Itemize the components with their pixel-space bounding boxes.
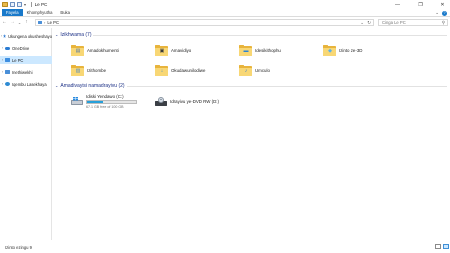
sidebar-item-onedrive[interactable]: › OneDrive [0, 44, 52, 52]
group-divider [93, 34, 447, 35]
folder-icon [2, 2, 8, 7]
sidebar-item-this-pc[interactable]: › Le PC [0, 56, 52, 64]
music-folder-icon: ♪ [239, 64, 252, 76]
drive-label: Idiski Yendawo (C:) [86, 93, 124, 99]
folder-downloads[interactable]: ↓ Okudawunilodiwe [155, 60, 235, 80]
folder-desktop[interactable]: ▬ Idesikithophu [239, 40, 319, 60]
drive-usage-fill [87, 101, 104, 103]
refresh-icon[interactable]: ↻ [367, 20, 371, 26]
drive-d[interactable]: Idrayivu ye-DVD RW (D:) [155, 91, 219, 111]
downloads-folder-icon: ↓ [155, 64, 168, 76]
window-title: Le PC [34, 2, 48, 7]
quick-access-toolbar-chevron-icon[interactable]: ▾ [24, 2, 28, 7]
address-bar[interactable]: › Le PC ↻ ⌄ [35, 18, 374, 26]
close-button[interactable]: ✕ [435, 0, 450, 9]
chevron-down-icon[interactable]: ⌄ [55, 32, 58, 37]
up-button[interactable]: ↑ [23, 19, 30, 26]
drive-details: Idrayivu ye-DVD RW (D:) [170, 99, 219, 104]
sidebar-item-label: OneDrive [12, 45, 30, 51]
sidebar-item-network[interactable]: › Inethiwekhi [0, 68, 52, 76]
drive-usage-bar [86, 100, 137, 104]
computer-icon [38, 20, 42, 24]
sidebar-item-homegroup[interactable]: › Iqembu Lasekhaya [0, 80, 52, 88]
videos-folder-icon: ▣ [155, 44, 168, 56]
forward-button[interactable]: → [9, 19, 16, 26]
tab-file[interactable]: Fayela [2, 9, 23, 16]
group-divider [127, 85, 447, 86]
folder-label: Amavidiyo [171, 47, 192, 53]
sidebar-item-quick-access[interactable]: › Ukungena okusheshayo [0, 32, 52, 40]
folder-pictures[interactable]: ▨ Izithombe [71, 60, 151, 80]
folder-music[interactable]: ♪ Umculo [239, 60, 319, 80]
folders-group-header[interactable]: ⌄ Izikhwama (7) [55, 31, 91, 38]
folder-label: Izithombe [87, 67, 107, 73]
drives-group-title: Amadivayisi namadrayivu (2) [60, 82, 125, 89]
sidebar-item-label: Le PC [12, 57, 24, 63]
new-folder-icon[interactable] [17, 2, 22, 7]
drive-details: Idiski Yendawo (C:) 67.1 GB free of 100 … [86, 94, 137, 109]
folder-documents[interactable]: ▤ Amadokhumenti [71, 40, 151, 60]
navigation-bar: ← → ⌄ ↑ › Le PC ↻ ⌄ Cinga Le PC ⚲ [0, 17, 450, 27]
tab-view[interactable]: Buka [56, 9, 74, 16]
3d-objects-folder-icon: ◆ [323, 44, 336, 56]
cloud-icon [5, 46, 10, 50]
expand-icon[interactable]: › [0, 34, 3, 38]
title-separator [31, 2, 32, 7]
pictures-folder-icon: ▨ [71, 64, 84, 76]
folder-label: Izinto ze-3D [339, 47, 363, 53]
ribbon: Fayela Khomphyutha Buka ⌄ ? [0, 9, 450, 17]
folder-label: Okudawunilodiwe [171, 67, 206, 73]
dvd-drive-icon [155, 96, 167, 106]
breadcrumb-this-pc[interactable]: Le PC [47, 20, 59, 25]
folder-label: Amadokhumenti [87, 47, 119, 53]
drive-free-space: 67.1 GB free of 100 GB [86, 104, 124, 109]
drive-label: Idrayivu ye-DVD RW (D:) [170, 98, 219, 104]
status-bar: Izinto ezingu 9 [0, 241, 450, 253]
tab-computer[interactable]: Khomphyutha [23, 9, 57, 16]
folder-label: Idesikithophu [255, 47, 281, 53]
large-icons-view-icon[interactable] [443, 244, 449, 249]
local-disk-icon [71, 96, 83, 106]
breadcrumb-separator: › [44, 19, 46, 25]
recent-locations-icon[interactable]: ⌄ [17, 19, 22, 26]
folder-videos[interactable]: ▣ Amavidiyo [155, 40, 235, 60]
ribbon-controls: ⌄ ? [435, 9, 447, 17]
details-view-icon[interactable] [435, 244, 441, 249]
sidebar-item-label: Ukungena okusheshayo [8, 33, 52, 39]
ribbon-collapse-icon[interactable]: ⌄ [435, 10, 439, 16]
address-dropdown-icon[interactable]: ⌄ [360, 20, 364, 26]
content-pane: ⌄ Izikhwama (7) ▤ Amadokhumenti ▣ Amavid… [55, 28, 448, 240]
drives-group-header[interactable]: ⌄ Amadivayisi namadrayivu (2) [55, 82, 125, 89]
sidebar-item-label: Iqembu Lasekhaya [12, 81, 47, 87]
network-icon [5, 70, 10, 74]
desktop-folder-icon: ▬ [239, 44, 252, 56]
search-input[interactable]: Cinga Le PC [382, 20, 406, 25]
folder-3d-objects[interactable]: ◆ Izinto ze-3D [323, 40, 403, 60]
search-box[interactable]: Cinga Le PC ⚲ [378, 18, 448, 26]
help-icon[interactable]: ? [442, 10, 447, 16]
navigation-pane: › Ukungena okusheshayo › OneDrive › Le P… [0, 28, 52, 240]
sidebar-item-label: Inethiwekhi [12, 69, 33, 75]
chevron-down-icon[interactable]: ⌄ [55, 83, 58, 88]
folders-group-title: Izikhwama (7) [60, 31, 92, 38]
star-icon [3, 34, 7, 38]
documents-folder-icon: ▤ [71, 44, 84, 56]
folder-label: Umculo [255, 67, 270, 73]
computer-icon [5, 58, 10, 62]
minimize-button[interactable]: — [390, 0, 405, 9]
homegroup-icon [5, 82, 10, 86]
properties-icon[interactable] [10, 2, 15, 7]
maximize-button[interactable]: ❐ [413, 0, 428, 9]
item-count: Izinto ezingu 9 [5, 244, 33, 250]
title-bar: ▾ Le PC — ❐ ✕ [0, 0, 450, 9]
search-icon: ⚲ [441, 19, 445, 25]
drive-c[interactable]: Idiski Yendawo (C:) 67.1 GB free of 100 … [71, 91, 137, 111]
back-button[interactable]: ← [1, 19, 8, 26]
